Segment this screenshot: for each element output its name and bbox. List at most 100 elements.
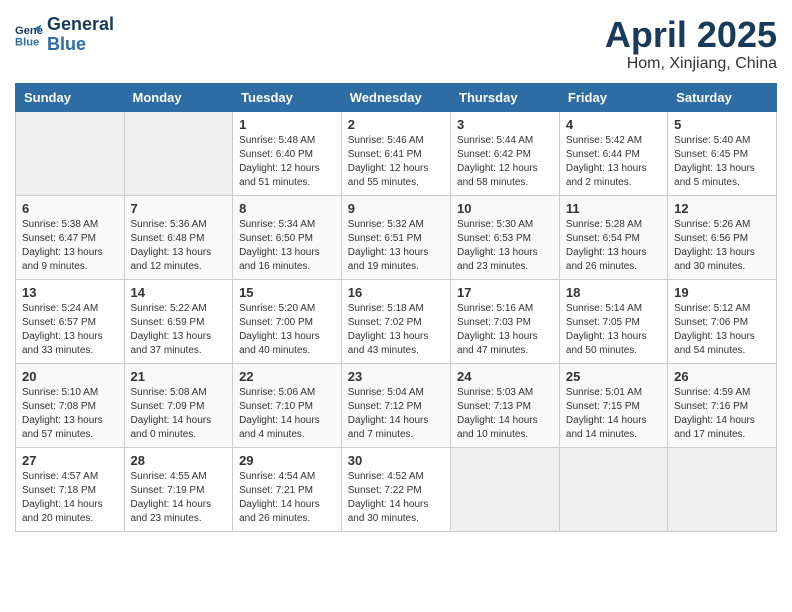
weekday-header: Thursday (451, 83, 560, 111)
day-number: 10 (457, 201, 553, 216)
day-content: Sunrise: 4:55 AM Sunset: 7:19 PM Dayligh… (131, 470, 227, 526)
calendar-cell: 16 Sunrise: 5:18 AM Sunset: 7:02 PM Dayli… (341, 279, 450, 363)
day-number: 28 (131, 453, 227, 468)
day-content: Sunrise: 4:57 AM Sunset: 7:18 PM Dayligh… (22, 470, 118, 526)
day-content: Sunrise: 5:24 AM Sunset: 6:57 PM Dayligh… (22, 302, 118, 358)
calendar-cell: 20 Sunrise: 5:10 AM Sunset: 7:08 PM Dayli… (16, 363, 125, 447)
day-number: 7 (131, 201, 227, 216)
month-title: April 2025 (605, 15, 777, 55)
calendar-cell: 12 Sunrise: 5:26 AM Sunset: 6:56 PM Dayli… (668, 195, 777, 279)
calendar-cell: 7 Sunrise: 5:36 AM Sunset: 6:48 PM Daylig… (124, 195, 233, 279)
day-number: 3 (457, 117, 553, 132)
calendar-cell: 19Sunrise: 5:12 AM Sunset: 7:06 PM Dayli… (668, 279, 777, 363)
calendar-cell: 30Sunrise: 4:52 AM Sunset: 7:22 PM Dayli… (341, 447, 450, 531)
calendar-cell: 4Sunrise: 5:42 AM Sunset: 6:44 PM Daylig… (559, 111, 667, 195)
day-number: 8 (239, 201, 335, 216)
calendar-cell: 27 Sunrise: 4:57 AM Sunset: 7:18 PM Dayli… (16, 447, 125, 531)
day-content: Sunrise: 5:36 AM Sunset: 6:48 PM Dayligh… (131, 218, 227, 274)
calendar-cell: 5 Sunrise: 5:40 AM Sunset: 6:45 PM Daylig… (668, 111, 777, 195)
calendar-cell (124, 111, 233, 195)
day-number: 24 (457, 369, 553, 384)
day-number: 27 (22, 453, 118, 468)
day-number: 20 (22, 369, 118, 384)
day-content: Sunrise: 5:30 AM Sunset: 6:53 PM Dayligh… (457, 218, 553, 274)
day-content: Sunrise: 5:16 AM Sunset: 7:03 PM Dayligh… (457, 302, 553, 358)
day-number: 23 (348, 369, 444, 384)
calendar-week-row: 6 Sunrise: 5:38 AM Sunset: 6:47 PM Daylig… (16, 195, 777, 279)
day-content: Sunrise: 4:54 AM Sunset: 7:21 PM Dayligh… (239, 470, 335, 526)
day-number: 30 (348, 453, 444, 468)
day-content: Sunrise: 5:01 AM Sunset: 7:15 PM Dayligh… (566, 386, 661, 442)
day-content: Sunrise: 4:59 AM Sunset: 7:16 PM Dayligh… (674, 386, 770, 442)
calendar-cell: 1Sunrise: 5:48 AM Sunset: 6:40 PM Daylig… (233, 111, 342, 195)
day-number: 22 (239, 369, 335, 384)
day-number: 16 (348, 285, 444, 300)
day-content: Sunrise: 5:10 AM Sunset: 7:08 PM Dayligh… (22, 386, 118, 442)
logo-icon: General Blue (15, 21, 43, 49)
day-number: 29 (239, 453, 335, 468)
calendar-cell (451, 447, 560, 531)
day-content: Sunrise: 5:40 AM Sunset: 6:45 PM Dayligh… (674, 134, 770, 190)
calendar-cell (668, 447, 777, 531)
calendar-week-row: 20 Sunrise: 5:10 AM Sunset: 7:08 PM Dayli… (16, 363, 777, 447)
day-number: 5 (674, 117, 770, 132)
day-content: Sunrise: 5:06 AM Sunset: 7:10 PM Dayligh… (239, 386, 335, 442)
calendar-cell: 11 Sunrise: 5:28 AM Sunset: 6:54 PM Dayli… (559, 195, 667, 279)
calendar-week-row: 27 Sunrise: 4:57 AM Sunset: 7:18 PM Dayli… (16, 447, 777, 531)
calendar-cell: 2Sunrise: 5:46 AM Sunset: 6:41 PM Daylig… (341, 111, 450, 195)
logo-line1: General (47, 14, 114, 34)
weekday-header: Sunday (16, 83, 125, 111)
calendar-cell (16, 111, 125, 195)
logo-line2: Blue (47, 34, 86, 54)
day-number: 1 (239, 117, 335, 132)
day-content: Sunrise: 5:42 AM Sunset: 6:44 PM Dayligh… (566, 134, 661, 190)
day-content: Sunrise: 5:18 AM Sunset: 7:02 PM Dayligh… (348, 302, 444, 358)
calendar-cell: 6 Sunrise: 5:38 AM Sunset: 6:47 PM Daylig… (16, 195, 125, 279)
day-number: 12 (674, 201, 770, 216)
day-number: 21 (131, 369, 227, 384)
calendar-cell: 23 Sunrise: 5:04 AM Sunset: 7:12 PM Dayli… (341, 363, 450, 447)
calendar-cell: 14Sunrise: 5:22 AM Sunset: 6:59 PM Dayli… (124, 279, 233, 363)
weekday-header: Wednesday (341, 83, 450, 111)
day-number: 18 (566, 285, 661, 300)
weekday-header: Saturday (668, 83, 777, 111)
day-content: Sunrise: 5:44 AM Sunset: 6:42 PM Dayligh… (457, 134, 553, 190)
day-number: 26 (674, 369, 770, 384)
day-content: Sunrise: 5:08 AM Sunset: 7:09 PM Dayligh… (131, 386, 227, 442)
svg-text:Blue: Blue (15, 36, 39, 48)
calendar-cell: 15Sunrise: 5:20 AM Sunset: 7:00 PM Dayli… (233, 279, 342, 363)
day-content: Sunrise: 5:28 AM Sunset: 6:54 PM Dayligh… (566, 218, 661, 274)
calendar-header-row: SundayMondayTuesdayWednesdayThursdayFrid… (16, 83, 777, 111)
title-area: April 2025 Hom, Xinjiang, China (605, 15, 777, 73)
weekday-header: Friday (559, 83, 667, 111)
day-number: 11 (566, 201, 661, 216)
calendar-cell: 3 Sunrise: 5:44 AM Sunset: 6:42 PM Daylig… (451, 111, 560, 195)
calendar-cell: 21 Sunrise: 5:08 AM Sunset: 7:09 PM Dayli… (124, 363, 233, 447)
day-content: Sunrise: 5:04 AM Sunset: 7:12 PM Dayligh… (348, 386, 444, 442)
day-number: 6 (22, 201, 118, 216)
day-content: Sunrise: 5:26 AM Sunset: 6:56 PM Dayligh… (674, 218, 770, 274)
day-content: Sunrise: 5:38 AM Sunset: 6:47 PM Dayligh… (22, 218, 118, 274)
day-number: 17 (457, 285, 553, 300)
day-content: Sunrise: 5:32 AM Sunset: 6:51 PM Dayligh… (348, 218, 444, 274)
calendar-cell: 24 Sunrise: 5:03 AM Sunset: 7:13 PM Dayli… (451, 363, 560, 447)
day-number: 15 (239, 285, 335, 300)
logo-text: General Blue (47, 15, 114, 55)
calendar: SundayMondayTuesdayWednesdayThursdayFrid… (15, 83, 777, 532)
day-number: 25 (566, 369, 661, 384)
calendar-cell: 26 Sunrise: 4:59 AM Sunset: 7:16 PM Dayli… (668, 363, 777, 447)
location-title: Hom, Xinjiang, China (605, 55, 777, 73)
calendar-cell: 10 Sunrise: 5:30 AM Sunset: 6:53 PM Dayli… (451, 195, 560, 279)
calendar-cell: 29 Sunrise: 4:54 AM Sunset: 7:21 PM Dayli… (233, 447, 342, 531)
calendar-week-row: 1Sunrise: 5:48 AM Sunset: 6:40 PM Daylig… (16, 111, 777, 195)
day-number: 9 (348, 201, 444, 216)
day-content: Sunrise: 5:34 AM Sunset: 6:50 PM Dayligh… (239, 218, 335, 274)
calendar-cell: 18Sunrise: 5:14 AM Sunset: 7:05 PM Dayli… (559, 279, 667, 363)
weekday-header: Tuesday (233, 83, 342, 111)
calendar-body: 1Sunrise: 5:48 AM Sunset: 6:40 PM Daylig… (16, 111, 777, 531)
calendar-cell: 9 Sunrise: 5:32 AM Sunset: 6:51 PM Daylig… (341, 195, 450, 279)
calendar-cell: 17 Sunrise: 5:16 AM Sunset: 7:03 PM Dayli… (451, 279, 560, 363)
day-number: 2 (348, 117, 444, 132)
calendar-cell: 28 Sunrise: 4:55 AM Sunset: 7:19 PM Dayli… (124, 447, 233, 531)
day-content: Sunrise: 5:03 AM Sunset: 7:13 PM Dayligh… (457, 386, 553, 442)
